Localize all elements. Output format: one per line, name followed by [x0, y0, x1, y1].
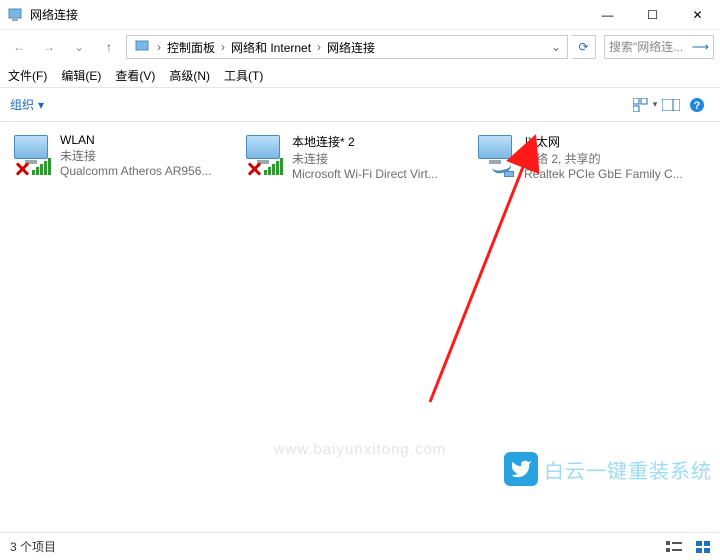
connection-icon — [474, 133, 518, 177]
help-button[interactable]: ? — [684, 94, 710, 116]
refresh-button[interactable]: ⟳ — [572, 35, 596, 59]
menu-advanced[interactable]: 高级(N) — [169, 67, 210, 84]
connection-device: Qualcomm Atheros AR956... — [60, 164, 230, 178]
menu-edit[interactable]: 编辑(E) — [61, 67, 101, 84]
connection-device: Microsoft Wi-Fi Direct Virt... — [292, 167, 462, 181]
connection-device: Realtek PCIe GbE Family C... — [524, 167, 694, 181]
chevron-right-icon[interactable]: › — [219, 40, 227, 54]
app-icon — [8, 7, 24, 23]
connection-icon — [10, 133, 54, 177]
menu-file[interactable]: 文件(F) — [8, 67, 47, 84]
back-button[interactable]: ← — [6, 34, 32, 60]
menu-tools[interactable]: 工具(T) — [224, 67, 263, 84]
breadcrumb[interactable]: › 控制面板 › 网络和 Internet › 网络连接 ⌄ — [126, 35, 568, 59]
forward-button[interactable]: → — [36, 34, 62, 60]
breadcrumb-seg-2[interactable]: 网络和 Internet — [227, 39, 315, 56]
chevron-down-icon: ▾ — [38, 98, 44, 112]
disconnected-x-icon — [246, 161, 262, 177]
breadcrumb-seg-1[interactable]: 控制面板 — [163, 39, 219, 56]
breadcrumb-seg-3[interactable]: 网络连接 — [323, 39, 379, 56]
status-item-count: 3 个项目 — [10, 538, 56, 555]
window-controls: — ☐ ✕ — [585, 0, 720, 30]
plug-icon — [504, 171, 514, 177]
connection-status: 未连接 — [292, 150, 462, 167]
breadcrumb-dropdown[interactable]: ⌄ — [549, 40, 563, 54]
toolbar: 组织 ▾ ▾ ? — [0, 88, 720, 122]
connection-item-local[interactable]: 本地连接* 2 未连接 Microsoft Wi-Fi Direct Virt.… — [238, 130, 466, 184]
connection-status: 未连接 — [60, 147, 230, 164]
title-bar: 网络连接 — ☐ ✕ — [0, 0, 720, 30]
up-button[interactable]: ↑ — [96, 34, 122, 60]
connection-text: WLAN 未连接 Qualcomm Atheros AR956... — [60, 133, 230, 178]
maximize-button[interactable]: ☐ — [630, 0, 675, 30]
close-button[interactable]: ✕ — [675, 0, 720, 30]
recent-button[interactable]: ⌄ — [66, 34, 92, 60]
brand-text: 白云一键重装系统 — [544, 455, 712, 484]
connection-text: 本地连接* 2 未连接 Microsoft Wi-Fi Direct Virt.… — [292, 133, 462, 181]
large-icons-view-icon[interactable] — [696, 541, 710, 553]
disconnected-x-icon — [14, 161, 30, 177]
search-input[interactable] — [609, 40, 688, 54]
connection-icon — [242, 133, 286, 177]
organize-button[interactable]: 组织 ▾ — [10, 96, 44, 113]
minimize-button[interactable]: — — [585, 0, 630, 30]
menu-bar: 文件(F) 编辑(E) 查看(V) 高级(N) 工具(T) — [0, 64, 720, 88]
preview-pane-button[interactable] — [658, 94, 684, 116]
brand-overlay: 白云一键重装系统 — [504, 452, 712, 486]
signal-bars-icon — [264, 158, 283, 175]
connection-status: 网络 2, 共享的 — [524, 150, 694, 167]
signal-bars-icon — [32, 158, 51, 175]
breadcrumb-icon — [135, 39, 151, 55]
chevron-right-icon[interactable]: › — [155, 40, 163, 54]
nav-bar: ← → ⌄ ↑ › 控制面板 › 网络和 Internet › 网络连接 ⌄ ⟳… — [0, 30, 720, 64]
content-area[interactable]: WLAN 未连接 Qualcomm Atheros AR956... 本地连接*… — [0, 122, 720, 518]
connection-text: 以太网 网络 2, 共享的 Realtek PCIe GbE Family C.… — [524, 133, 694, 181]
connection-item-wlan[interactable]: WLAN 未连接 Qualcomm Atheros AR956... — [6, 130, 234, 181]
connection-name: WLAN — [60, 133, 230, 147]
brand-logo-icon — [504, 452, 538, 486]
chevron-right-icon[interactable]: › — [315, 40, 323, 54]
window-title: 网络连接 — [30, 6, 585, 23]
status-bar: 3 个项目 — [0, 532, 720, 560]
menu-view[interactable]: 查看(V) — [115, 67, 155, 84]
view-options-button[interactable]: ▾ — [632, 94, 658, 116]
connection-name: 本地连接* 2 — [292, 133, 462, 150]
svg-text:?: ? — [694, 100, 701, 112]
connection-name: 以太网 — [524, 133, 694, 150]
search-box[interactable]: ⟶ — [604, 35, 714, 59]
watermark-text: www.baiyunxitong.com — [274, 441, 447, 458]
search-icon[interactable]: ⟶ — [692, 40, 709, 54]
connection-item-ethernet[interactable]: 以太网 网络 2, 共享的 Realtek PCIe GbE Family C.… — [470, 130, 698, 184]
details-view-icon[interactable] — [666, 541, 682, 553]
